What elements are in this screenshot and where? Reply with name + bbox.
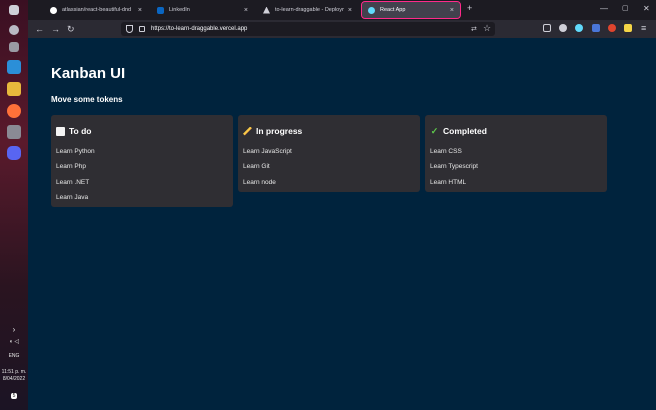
task-card[interactable]: Learn Typescript — [430, 163, 478, 170]
forward-arrow-icon[interactable]: → — [51, 23, 60, 35]
bookmark-star-icon[interactable]: ☆ — [483, 23, 491, 34]
column-title: Completed — [443, 126, 487, 136]
pencil-icon — [243, 126, 252, 136]
windows-taskbar: › ◖ ◁ ENG 11:51 p. m. 8/04/2022 5 — [0, 0, 28, 410]
close-tab-icon[interactable]: × — [450, 7, 454, 14]
column-in-progress: In progress Learn JavaScript Learn Git L… — [238, 115, 420, 192]
tab-vercel-deployment[interactable]: to-learn-draggable - Deploym × — [257, 2, 358, 18]
column-title: To do — [69, 126, 92, 136]
notepad-icon — [56, 126, 65, 136]
close-tab-icon[interactable]: × — [348, 7, 352, 14]
notification-center-button[interactable]: 5 — [0, 393, 28, 399]
pocket-icon[interactable] — [543, 24, 551, 32]
maximize-icon[interactable]: ▢ — [622, 4, 629, 12]
extension-react-icon[interactable] — [575, 24, 583, 32]
menu-icon[interactable]: ≡ — [641, 22, 646, 34]
lock-icon[interactable] — [139, 26, 145, 32]
url-bar[interactable]: https://to-learn-draggable.vercel.app ⇄ … — [121, 22, 495, 36]
vscode-icon[interactable] — [7, 60, 21, 74]
column-completed: ✓ Completed Learn CSS Learn Typescript L… — [425, 115, 607, 192]
notifications-top-icon[interactable] — [9, 5, 19, 15]
page-subtitle: Move some tokens — [51, 95, 123, 104]
calculator-icon[interactable] — [7, 125, 21, 139]
close-tab-icon[interactable]: × — [138, 7, 142, 14]
extension-translate-icon[interactable] — [592, 24, 600, 32]
clock-date[interactable]: 8/04/2022 — [0, 376, 28, 382]
chevron-up-icon[interactable]: › — [0, 326, 28, 334]
browser-nav-bar: ← → ↻ https://to-learn-draggable.vercel.… — [28, 20, 656, 38]
column-title: In progress — [256, 126, 303, 136]
discord-icon[interactable] — [7, 146, 21, 160]
task-card[interactable]: Learn node — [243, 179, 276, 186]
tab-title: LinkedIn — [169, 7, 190, 13]
vercel-icon — [263, 6, 270, 14]
volume-icon[interactable]: ◖ ◁ — [0, 339, 28, 345]
task-card[interactable]: Learn JavaScript — [243, 148, 292, 155]
extension-red-icon[interactable] — [608, 24, 616, 32]
extension-yellow-icon[interactable] — [624, 24, 632, 32]
tab-title: atlassian/react-beautiful-dnd — [62, 7, 132, 13]
back-arrow-icon[interactable]: ← — [35, 23, 44, 35]
column-todo: To do Learn Python Learn Php Learn .NET … — [51, 115, 233, 207]
task-card[interactable]: Learn Java — [56, 194, 88, 201]
task-card[interactable]: Learn .NET — [56, 179, 89, 186]
tracking-shield-icon[interactable] — [126, 25, 133, 33]
github-icon — [50, 6, 57, 14]
tab-react-app[interactable]: React App × — [361, 1, 461, 19]
tab-title: to-learn-draggable - Deploym — [275, 7, 344, 13]
task-card[interactable]: Learn CSS — [430, 148, 462, 155]
url-text[interactable]: https://to-learn-draggable.vercel.app — [151, 22, 247, 36]
column-header: To do — [56, 126, 92, 136]
close-window-icon[interactable]: ✕ — [643, 4, 650, 13]
linkedin-icon — [157, 6, 164, 14]
task-view-icon[interactable] — [9, 42, 19, 52]
page-content: Kanban UI Move some tokens To do Learn P… — [28, 38, 656, 410]
file-explorer-icon[interactable] — [7, 82, 21, 96]
reload-icon[interactable]: ↻ — [67, 23, 75, 35]
search-icon[interactable] — [9, 25, 19, 35]
clock-time[interactable]: 11:51 p. m. — [0, 369, 28, 375]
react-icon — [368, 6, 375, 14]
extension-d-icon[interactable] — [559, 24, 567, 32]
task-card[interactable]: Learn Python — [56, 148, 95, 155]
browser-tab-bar: atlassian/react-beautiful-dnd × LinkedIn… — [28, 0, 656, 20]
tab-react-beautiful-dnd[interactable]: atlassian/react-beautiful-dnd × — [44, 2, 148, 18]
checkmark-icon: ✓ — [430, 125, 439, 136]
task-card[interactable]: Learn Php — [56, 163, 86, 170]
tab-title: React App — [380, 7, 406, 13]
language-indicator[interactable]: ENG — [0, 353, 28, 359]
notification-count: 5 — [10, 393, 18, 399]
page-title: Kanban UI — [51, 65, 126, 82]
close-tab-icon[interactable]: × — [244, 7, 248, 14]
task-card[interactable]: Learn Git — [243, 163, 270, 170]
column-header: ✓ Completed — [430, 126, 487, 136]
tab-linkedin[interactable]: LinkedIn × — [151, 2, 254, 18]
column-header: In progress — [243, 126, 302, 136]
minimize-icon[interactable]: — — [600, 4, 608, 13]
translate-icon[interactable]: ⇄ — [471, 25, 477, 33]
new-tab-button[interactable]: + — [467, 3, 472, 13]
firefox-icon[interactable] — [7, 104, 21, 118]
task-card[interactable]: Learn HTML — [430, 179, 466, 186]
